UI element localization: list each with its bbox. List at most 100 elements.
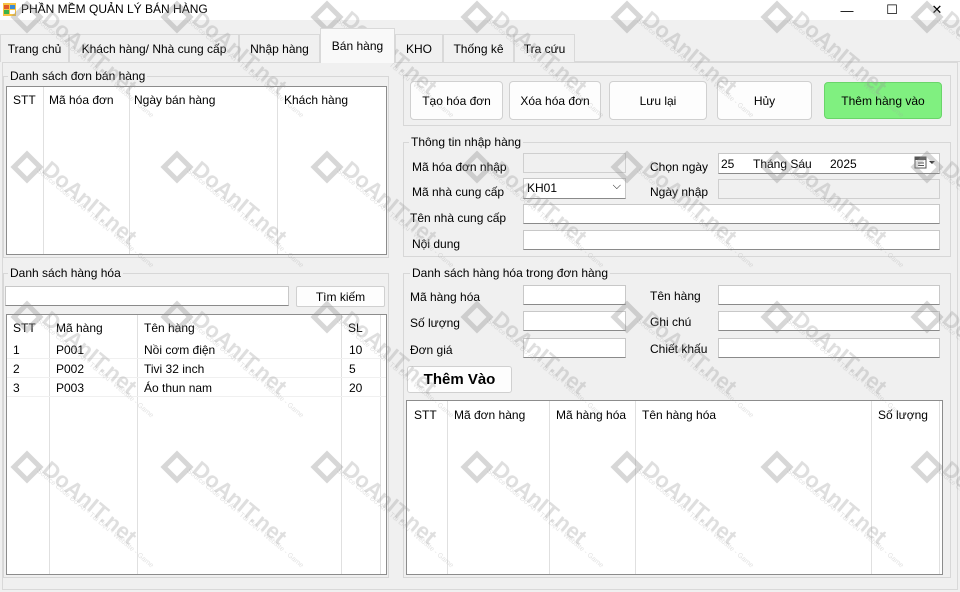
import-date-label: Ngày nhập xyxy=(650,185,709,199)
column-header[interactable]: Tên hàng hóa xyxy=(642,408,716,422)
supplier-name-label: Tên nhà cung cấp xyxy=(410,211,507,225)
close-button[interactable]: ✕ xyxy=(914,0,960,20)
tab-label: Tra cứu xyxy=(523,41,566,56)
column-header[interactable]: STT xyxy=(13,93,36,107)
table-column xyxy=(636,401,872,574)
save-button[interactable]: Lưu lại xyxy=(609,81,707,120)
table-cell[interactable]: Tivi 32 inch xyxy=(144,362,204,376)
window-title: PHẦN MỀM QUẢN LÝ BÁN HÀNG xyxy=(21,2,208,16)
table-cell[interactable]: 2 xyxy=(13,362,20,376)
tab-label: Trang chủ xyxy=(7,41,62,56)
table-cell[interactable]: P002 xyxy=(56,362,84,376)
discount-label: Chiết khấu xyxy=(650,342,708,356)
goods-code-label: Mã hàng hóa xyxy=(410,290,481,304)
goods-name-field[interactable] xyxy=(718,285,940,305)
column-header[interactable]: SL xyxy=(348,321,363,335)
table-cell[interactable]: 10 xyxy=(349,343,362,357)
tab-kho[interactable]: KHO xyxy=(395,34,443,62)
tab-khach-hang[interactable]: Khách hàng/ Nhà cung cấp xyxy=(69,34,239,62)
supplier-code-label: Mã nhà cung cấp xyxy=(412,185,505,199)
supplier-name-field[interactable] xyxy=(523,204,940,224)
product-search-input[interactable] xyxy=(5,286,289,306)
orders-table[interactable]: STT Mã hóa đơn Ngày bán hàng Khách hàng xyxy=(6,86,387,255)
tab-label: Khách hàng/ Nhà cung cấp xyxy=(81,41,227,56)
price-label: Đơn giá xyxy=(410,343,453,357)
minimize-button[interactable]: — xyxy=(824,0,870,20)
column-header[interactable]: Tên hàng xyxy=(144,321,195,335)
chevron-down-icon: ⌵ xyxy=(612,180,621,192)
date-pick-label: Chọn ngày xyxy=(650,160,709,174)
tab-thong-ke[interactable]: Thống kê xyxy=(443,34,514,62)
table-column xyxy=(550,401,636,574)
app-icon xyxy=(3,3,16,16)
tab-label: KHO xyxy=(405,41,432,56)
supplier-code-select[interactable]: KH01 ⌵ xyxy=(523,178,626,199)
column-header[interactable]: Mã hàng xyxy=(56,321,103,335)
invoice-field[interactable] xyxy=(523,153,626,173)
date-month: Tháng Sáu xyxy=(753,157,812,171)
column-header[interactable]: STT xyxy=(414,408,437,422)
calendar-icon[interactable] xyxy=(914,155,936,173)
row-divider xyxy=(7,358,386,359)
import-date-field[interactable] xyxy=(718,179,940,199)
price-field[interactable] xyxy=(523,338,626,358)
tab-label: Bán hàng xyxy=(331,39,384,53)
date-day: 25 xyxy=(721,157,735,171)
tab-label: Nhập hàng xyxy=(250,41,309,56)
table-column xyxy=(872,401,940,574)
quantity-field[interactable] xyxy=(523,311,626,331)
column-header[interactable]: Mã đơn hàng xyxy=(454,408,525,422)
table-cell[interactable]: P003 xyxy=(56,381,84,395)
order-items-table[interactable]: STT Mã đơn hàng Mã hàng hóa Tên hàng hóa… xyxy=(406,400,943,575)
supplier-code-value: KH01 xyxy=(527,181,558,195)
date-picker[interactable]: 25 Tháng Sáu 2025 xyxy=(718,153,940,174)
add-goods-button[interactable]: Thêm hàng vào xyxy=(824,82,942,119)
invoice-label: Mã hóa đơn nhập xyxy=(412,160,507,174)
column-header[interactable]: STT xyxy=(13,321,36,335)
import-info-title: Thông tin nhập hàng xyxy=(409,135,524,149)
content-label: Nội dung xyxy=(412,237,461,251)
table-cell[interactable]: 3 xyxy=(13,381,20,395)
tab-trang-chu[interactable]: Trang chủ xyxy=(0,34,69,62)
content-field[interactable] xyxy=(523,230,940,250)
note-field[interactable] xyxy=(718,311,940,331)
products-group-title: Danh sách hàng hóa xyxy=(8,266,123,280)
maximize-button[interactable]: ☐ xyxy=(869,0,915,20)
quantity-label: Số lượng xyxy=(410,316,460,330)
column-header[interactable]: Số lượng xyxy=(878,408,928,422)
add-to-order-button[interactable]: Thêm Vào xyxy=(407,366,512,393)
discount-field[interactable] xyxy=(718,338,940,358)
table-cell[interactable]: 1 xyxy=(13,343,20,357)
column-header[interactable]: Mã hàng hóa xyxy=(556,408,626,422)
table-cell[interactable]: P001 xyxy=(56,343,84,357)
search-button[interactable]: Tìm kiếm xyxy=(296,286,385,307)
cancel-button[interactable]: Hủy xyxy=(717,81,812,120)
table-cell[interactable]: Nồi cơm điện xyxy=(144,343,215,357)
order-items-title: Danh sách hàng hóa trong đơn hàng xyxy=(410,266,611,280)
delete-invoice-button[interactable]: Xóa hóa đơn xyxy=(509,81,601,120)
column-header[interactable]: Khách hàng xyxy=(284,93,348,107)
column-header[interactable]: Mã hóa đơn xyxy=(49,93,114,107)
row-divider xyxy=(7,377,386,378)
table-column xyxy=(407,401,448,574)
note-label: Ghi chú xyxy=(650,315,692,329)
tab-ban-hang[interactable]: Bán hàng xyxy=(320,28,395,63)
create-invoice-button[interactable]: Tạo hóa đơn xyxy=(410,81,503,120)
date-year: 2025 xyxy=(830,157,857,171)
tab-nhap-hang[interactable]: Nhập hàng xyxy=(239,34,320,62)
tab-label: Thống kê xyxy=(453,41,504,56)
table-column xyxy=(130,87,278,254)
table-cell[interactable]: Áo thun nam xyxy=(144,381,212,395)
goods-name-label: Tên hàng xyxy=(650,289,701,303)
table-cell[interactable]: 5 xyxy=(349,362,356,376)
table-column xyxy=(448,401,550,574)
table-column xyxy=(7,87,44,254)
products-table[interactable]: STT Mã hàng Tên hàng SL 1 P001 Nồi cơm đ… xyxy=(6,314,387,575)
orders-group-title: Danh sách đơn bán hàng xyxy=(8,69,148,83)
row-divider xyxy=(7,396,386,397)
goods-code-field[interactable] xyxy=(523,285,626,305)
column-header[interactable]: Ngày bán hàng xyxy=(134,93,215,107)
table-column xyxy=(44,87,130,254)
tab-tra-cuu[interactable]: Tra cứu xyxy=(514,34,575,62)
table-cell[interactable]: 20 xyxy=(349,381,362,395)
